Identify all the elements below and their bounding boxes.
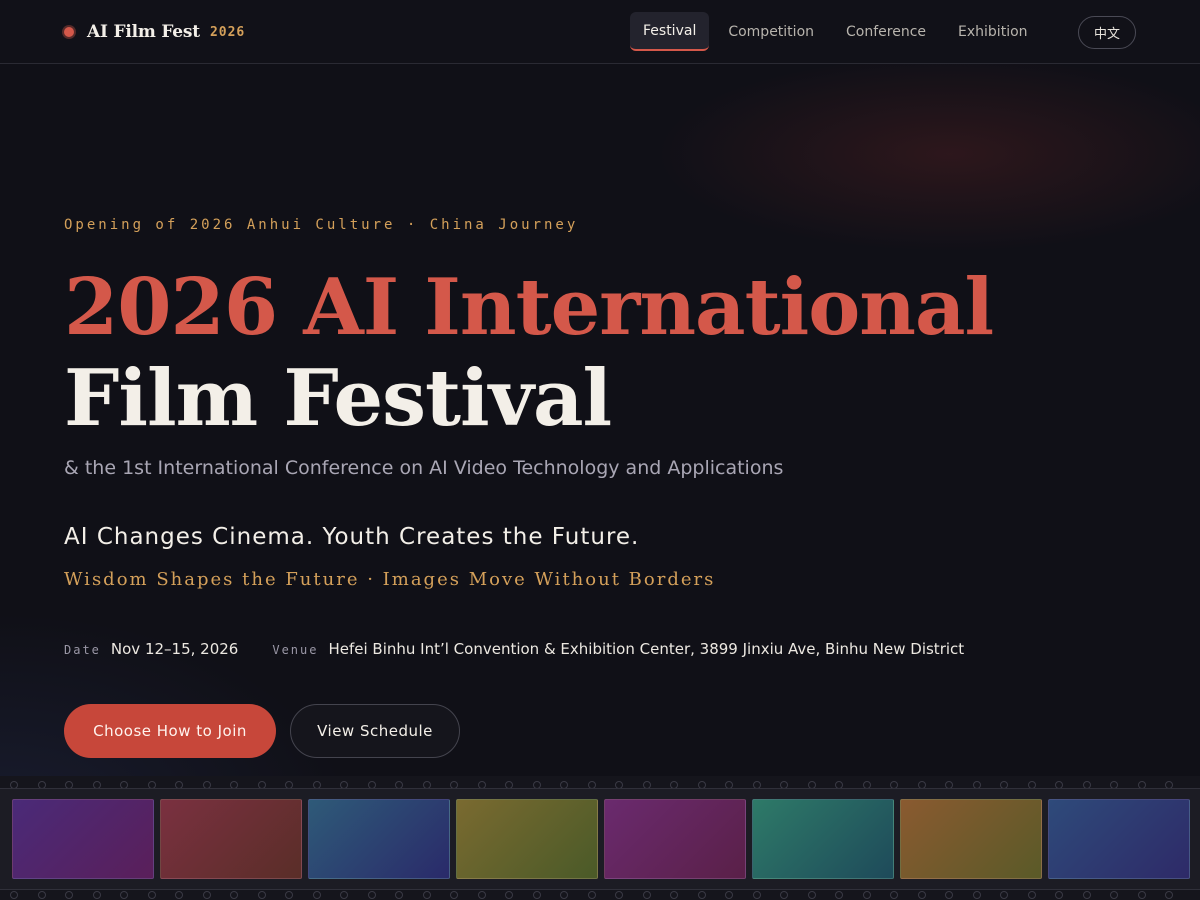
film-frame-thumbnail [1048,799,1190,879]
sprocket-hole [670,891,678,899]
film-strip-frames [0,788,1200,890]
sprocket-hole [505,891,513,899]
hero-tagline: AI Changes Cinema. Youth Creates the Fut… [64,524,640,550]
film-frame-thumbnail [160,799,302,879]
sprocket-hole [642,891,651,899]
sprocket-hole [92,891,101,899]
brand-year: 2026 [209,24,246,40]
sprocket-hole [257,891,266,899]
film-frame-thumbnail [604,799,746,879]
sprocket-hole [532,891,541,899]
sprocket-hole [615,891,623,899]
sprocket-hole [862,891,871,899]
sprocket-hole [1082,891,1091,899]
brand-name: AI Film Fest [87,22,200,42]
sprocket-hole [395,891,403,899]
sprocket-hole [587,891,596,899]
nav-item-festival[interactable]: Festival [630,12,710,51]
film-frame-thumbnail [12,799,154,879]
sprocket-hole [37,891,46,899]
film-frame-thumbnail [752,799,894,879]
sprocket-hole [945,891,953,899]
language-toggle-button[interactable]: 中文 [1078,16,1136,49]
hero-motto: Wisdom Shapes the Future · Images Move W… [64,569,716,590]
sprocket-hole [835,891,843,899]
film-frame-thumbnail [308,799,450,879]
film-strip-sprockets-bottom [0,888,1200,900]
sprocket-hole [917,891,926,899]
sprocket-hole [725,891,733,899]
nav-item-competition[interactable]: Competition [715,12,827,51]
sprocket-hole [422,891,431,899]
hero-title-line-2: Film Festival [64,353,612,444]
sprocket-hole [1137,891,1146,899]
brand-logo[interactable]: AI Film Fest 2026 [64,18,245,46]
sprocket-hole [697,891,706,899]
sprocket-hole [780,891,788,899]
sprocket-hole [10,891,18,899]
sprocket-hole [560,891,568,899]
sprocket-hole [367,891,376,899]
sprocket-hole [312,891,321,899]
venue-value: Hefei Binhu Int’l Convention & Exhibitio… [328,640,965,658]
sprocket-hole [752,891,761,899]
sprocket-hole [147,891,156,899]
brand-dot-icon [64,27,74,37]
event-meta: Date Nov 12–15, 2026 Venue Hefei Binhu I… [64,640,998,658]
date-label: Date [64,643,101,657]
sprocket-hole [477,891,486,899]
hero-subtitle: & the 1st International Conference on AI… [64,457,784,479]
nav-item-exhibition[interactable]: Exhibition [945,12,1041,51]
venue-label: Venue [272,643,319,657]
film-frame-thumbnail [456,799,598,879]
sprocket-hole [65,891,73,899]
sprocket-hole [450,891,458,899]
sprocket-hole [807,891,816,899]
sprocket-hole [175,891,183,899]
sprocket-hole [202,891,211,899]
sprocket-hole [340,891,348,899]
view-schedule-button[interactable]: View Schedule [290,704,460,758]
main-nav: Festival Competition Conference Exhibiti… [630,12,1047,51]
nav-item-conference[interactable]: Conference [833,12,939,51]
sprocket-hole [120,891,128,899]
sprocket-hole [1055,891,1063,899]
sprocket-hole [285,891,293,899]
sprocket-hole [1110,891,1118,899]
hero-eyebrow: Opening of 2026 Anhui Culture · China Jo… [64,217,579,233]
sprocket-hole [972,891,981,899]
sprocket-hole [1165,891,1173,899]
film-strip [0,776,1200,900]
site-header: AI Film Fest 2026 Festival Competition C… [0,0,1200,64]
choose-how-to-join-button[interactable]: Choose How to Join [64,704,276,758]
date-value: Nov 12–15, 2026 [110,640,239,658]
sprocket-hole [230,891,238,899]
film-frame-thumbnail [900,799,1042,879]
hero-title-line-1: 2026 AI International [64,262,994,353]
sprocket-hole [1000,891,1008,899]
sprocket-hole [1027,891,1036,899]
sprocket-hole [890,891,898,899]
